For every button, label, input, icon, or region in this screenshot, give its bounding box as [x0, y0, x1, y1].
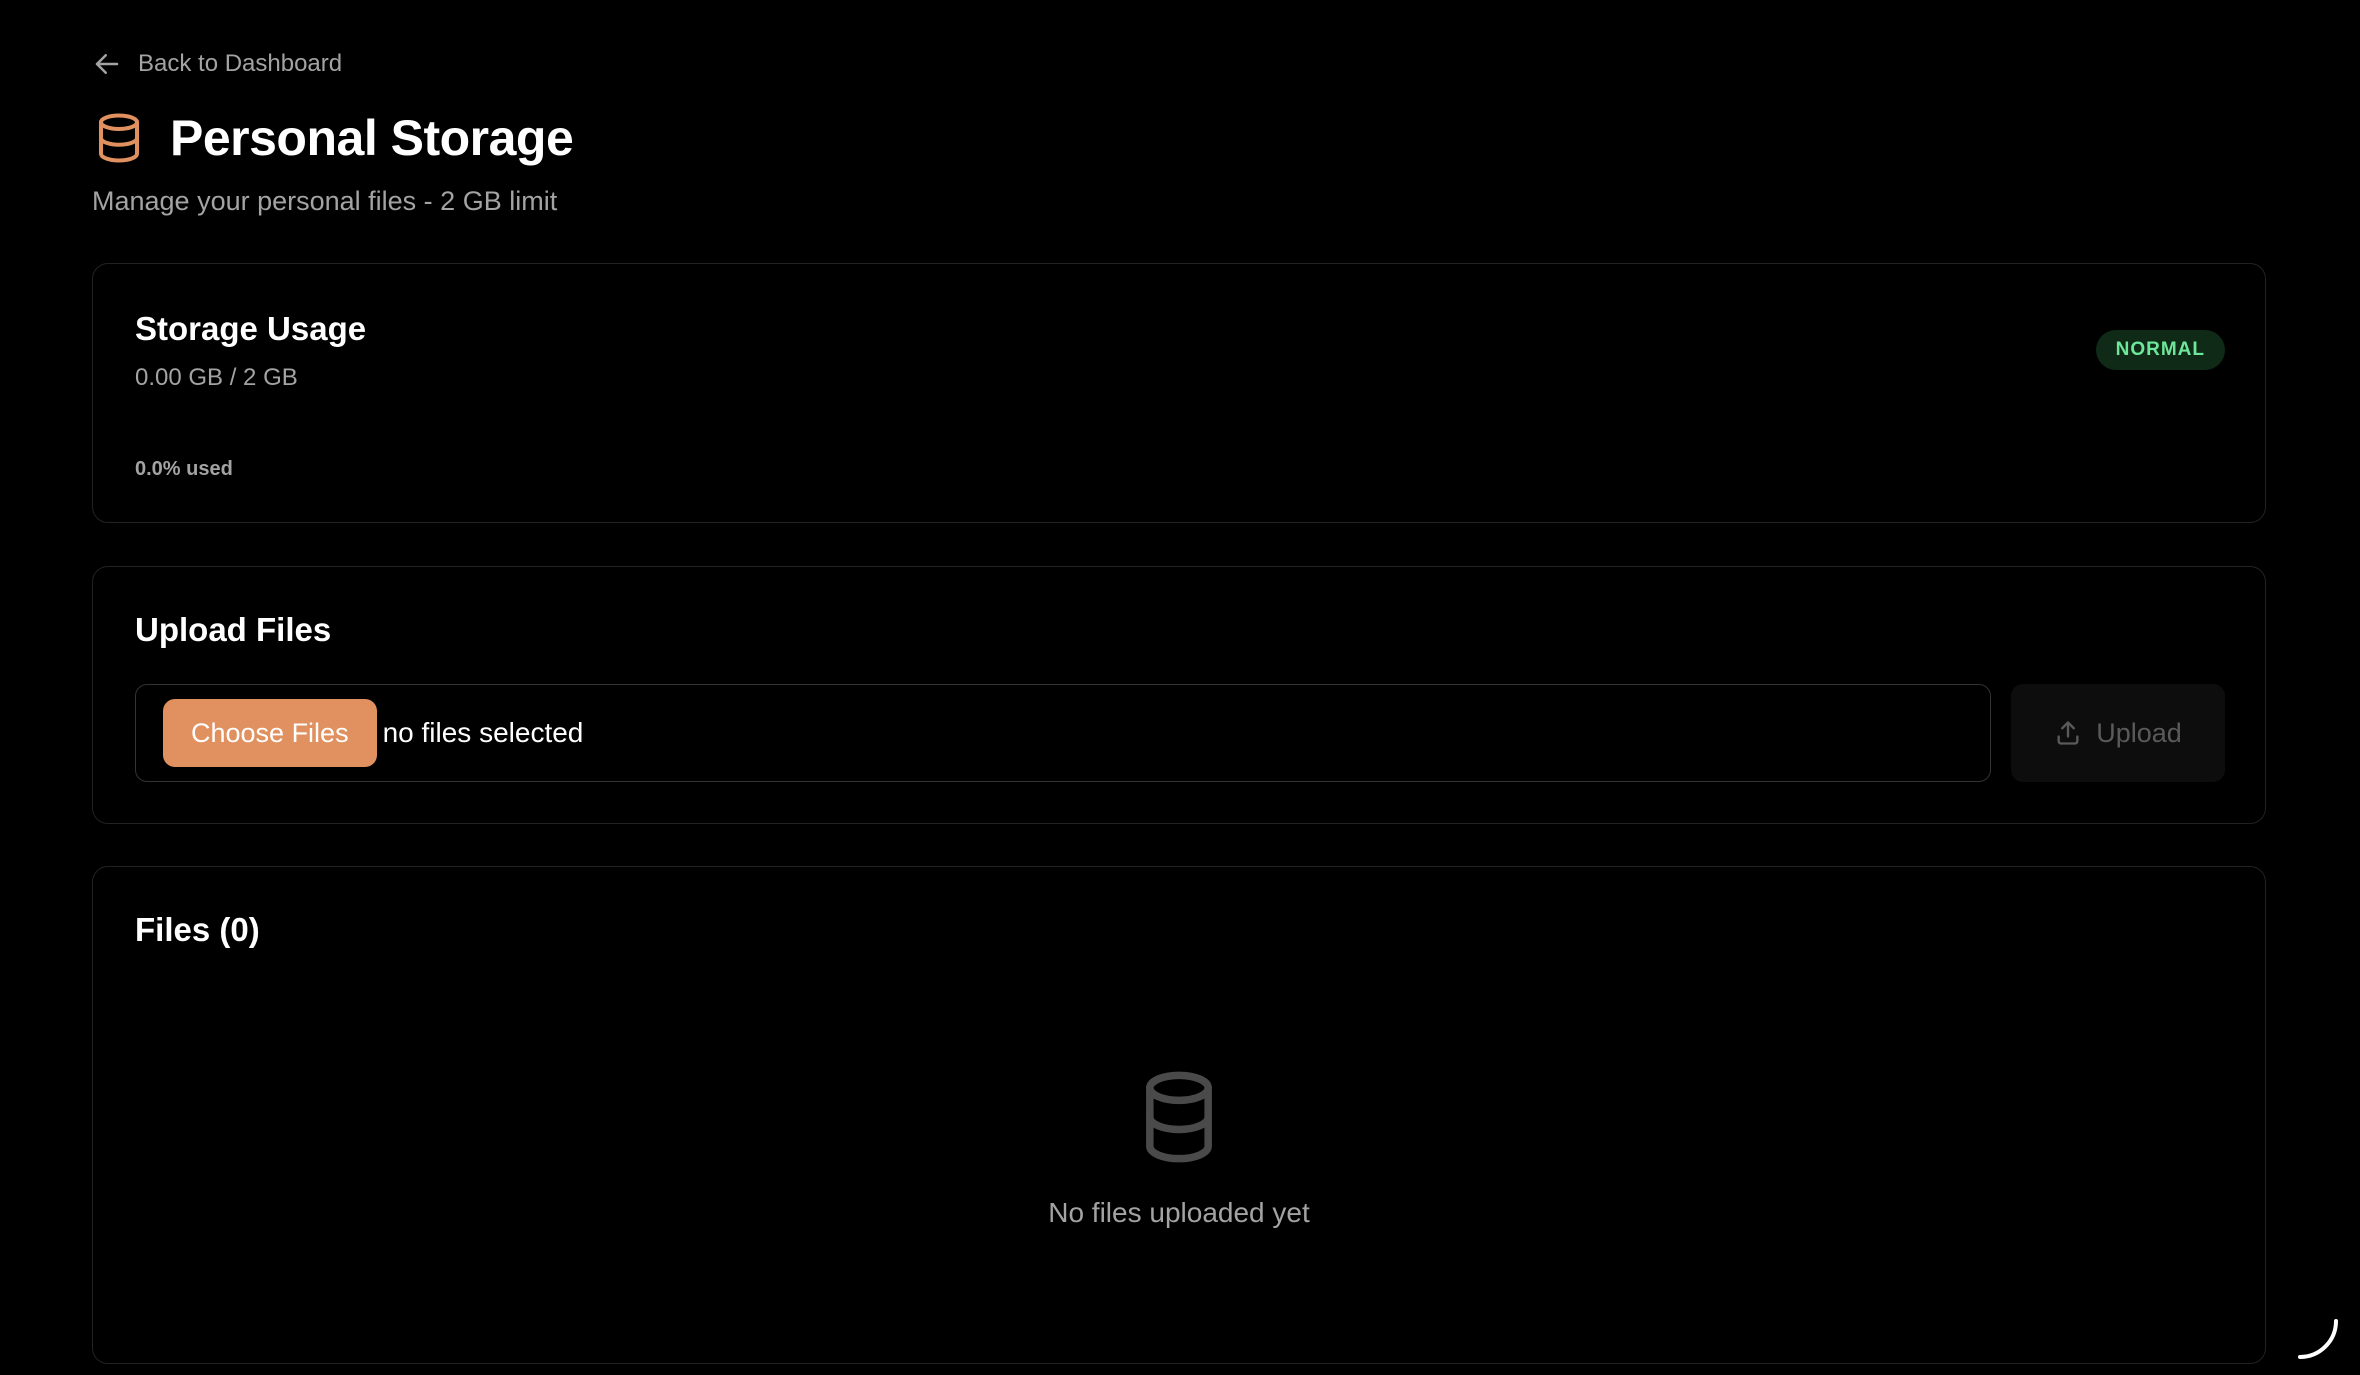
- page-header: Personal Storage: [92, 106, 574, 170]
- page-subtitle: Manage your personal files - 2 GB limit: [92, 186, 558, 216]
- database-icon: [98, 113, 140, 163]
- loading-spinner-icon: [2298, 1319, 2338, 1359]
- upload-files-card: Upload Files Choose Files no files selec…: [92, 566, 2266, 824]
- empty-state: No files uploaded yet: [93, 1067, 2265, 1229]
- back-link-label: Back to Dashboard: [138, 50, 343, 77]
- back-to-dashboard-link[interactable]: Back to Dashboard: [92, 44, 342, 84]
- empty-state-message: No files uploaded yet: [1048, 1197, 1310, 1228]
- upload-button[interactable]: Upload: [2011, 684, 2225, 782]
- files-title: Files (0): [135, 911, 260, 948]
- storage-usage-percent: 0.0% used: [135, 458, 233, 480]
- upload-icon: [2057, 721, 2079, 745]
- page-title: Personal Storage: [170, 110, 574, 166]
- storage-usage-amount: 0.00 GB / 2 GB: [135, 364, 298, 391]
- choose-files-button[interactable]: Choose Files: [163, 699, 377, 767]
- files-card: Files (0) No files uploaded yet: [92, 866, 2266, 1364]
- file-input[interactable]: Choose Files no files selected: [135, 684, 1991, 782]
- status-badge: NORMAL: [2095, 330, 2225, 370]
- upload-button-label: Upload: [2096, 717, 2182, 748]
- arrow-left-icon: [95, 54, 119, 74]
- database-icon: [1146, 1071, 1212, 1163]
- storage-usage-card: Storage Usage 0.00 GB / 2 GB 0.0% used N…: [92, 263, 2266, 523]
- upload-files-title: Upload Files: [135, 611, 332, 648]
- file-selection-status: no files selected: [382, 717, 584, 748]
- storage-usage-title: Storage Usage: [135, 310, 367, 347]
